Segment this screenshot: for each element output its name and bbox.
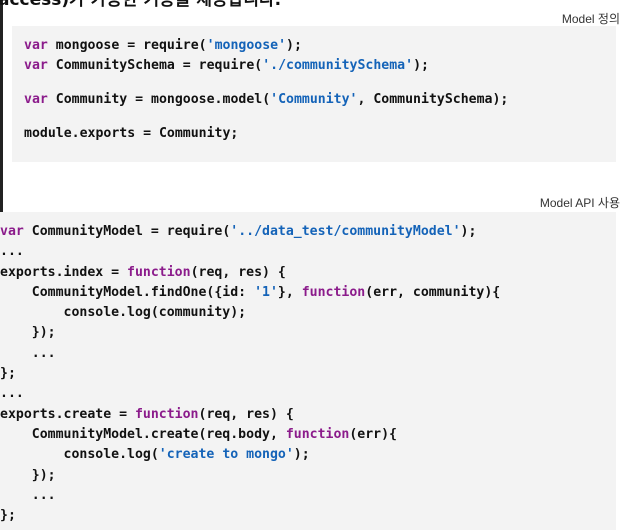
code-line: exports.index = function(req, res) { — [0, 263, 500, 283]
code-text: }); — [0, 325, 56, 341]
code-text: mongoose = require( — [47, 38, 207, 53]
model-api-code-block: var CommunityModel = require('../data_te… — [0, 212, 616, 530]
code-line: module.exports = Community; — [24, 124, 508, 144]
model-definition-code-block: var mongoose = require('mongoose'); var C… — [12, 26, 616, 162]
code-text: ); — [460, 224, 477, 239]
code-text: CommunityModel = require( — [23, 224, 231, 239]
model-api-code: var CommunityModel = require('../data_te… — [0, 222, 500, 526]
code-line: console.log('create to mongo'); — [0, 445, 500, 465]
code-text: ... — [0, 244, 24, 260]
code-keyword: function — [127, 264, 191, 280]
code-line: exports.create = function(req, res) { — [0, 405, 500, 425]
code-line: ... — [0, 242, 500, 262]
code-keyword: function — [134, 406, 199, 422]
code-text: }; — [0, 366, 16, 382]
code-text: , CommunitySchema); — [357, 92, 509, 107]
code-line: ... — [0, 384, 500, 404]
code-line: var Community = mongoose.model('Communit… — [24, 90, 508, 110]
code-text: CommunitySchema = require( — [47, 58, 263, 73]
code-text: exports.index = — [0, 264, 128, 280]
heading-partial-text: access)가 가능한 기능을 제공합니다. — [0, 0, 282, 10]
code-string: '1' — [254, 284, 278, 300]
code-text: }); — [0, 467, 56, 483]
code-line: }); — [0, 466, 500, 486]
code-line: console.log(community); — [0, 303, 500, 323]
code-text: exports.create = — [0, 406, 135, 422]
code-text: (req, res) { — [198, 406, 294, 422]
code-text: console.log(community); — [0, 305, 247, 321]
code-text: CommunityModel.findOne({id: — [0, 284, 255, 300]
code-text: ... — [0, 345, 56, 361]
code-line: var CommunityModel = require('../data_te… — [0, 222, 500, 242]
code-keyword: var — [24, 58, 48, 73]
code-string: 'create to mongo' — [158, 447, 294, 463]
model-definition-code: var mongoose = require('mongoose'); var C… — [24, 36, 508, 144]
code-blank-gap — [24, 76, 508, 90]
code-text: (req, res) { — [190, 264, 286, 280]
code-text: module.exports = Community; — [24, 126, 239, 141]
code-line: CommunityModel.findOne({id: '1'}, functi… — [0, 283, 501, 303]
code-line: var mongoose = require('mongoose'); — [24, 36, 508, 56]
code-string: './communitySchema' — [262, 58, 414, 73]
code-line: }; — [0, 364, 500, 384]
code-text: ); — [413, 58, 429, 73]
code-blank-gap — [24, 110, 508, 124]
code-text: (err, community){ — [365, 284, 501, 300]
model-api-caption: Model API 사용 — [539, 196, 620, 210]
code-line: ... — [0, 486, 500, 506]
code-text: console.log( — [0, 447, 159, 463]
code-text: CommunityModel.create(req.body, — [0, 426, 286, 442]
code-keyword: function — [301, 284, 366, 300]
code-text: (err){ — [349, 426, 397, 442]
code-keyword: function — [285, 426, 350, 442]
code-text: ... — [0, 386, 24, 402]
code-line: var CommunitySchema = require('./communi… — [24, 56, 508, 76]
code-text: ... — [0, 487, 56, 503]
model-definition-caption: Model 정의 — [561, 12, 620, 26]
code-text: ); — [286, 38, 302, 53]
code-line: CommunityModel.create(req.body, function… — [0, 425, 500, 445]
code-text: }; — [0, 508, 16, 524]
heading-text: access)가 가능한 기능을 제공합니다. — [0, 0, 638, 22]
code-keyword: var — [24, 38, 48, 53]
code-line: ... — [0, 344, 500, 364]
code-text: ); — [293, 447, 310, 463]
code-line: }); — [0, 323, 500, 343]
code-string: 'mongoose' — [206, 38, 287, 53]
code-string: 'Community' — [270, 92, 358, 107]
code-text: }, — [277, 284, 302, 300]
code-text: Community = mongoose.model( — [47, 92, 271, 107]
code-keyword: var — [24, 92, 48, 107]
code-string: '../data_test/communityModel' — [230, 224, 461, 239]
code-line: }; — [0, 506, 500, 526]
code-keyword: var — [0, 224, 24, 239]
